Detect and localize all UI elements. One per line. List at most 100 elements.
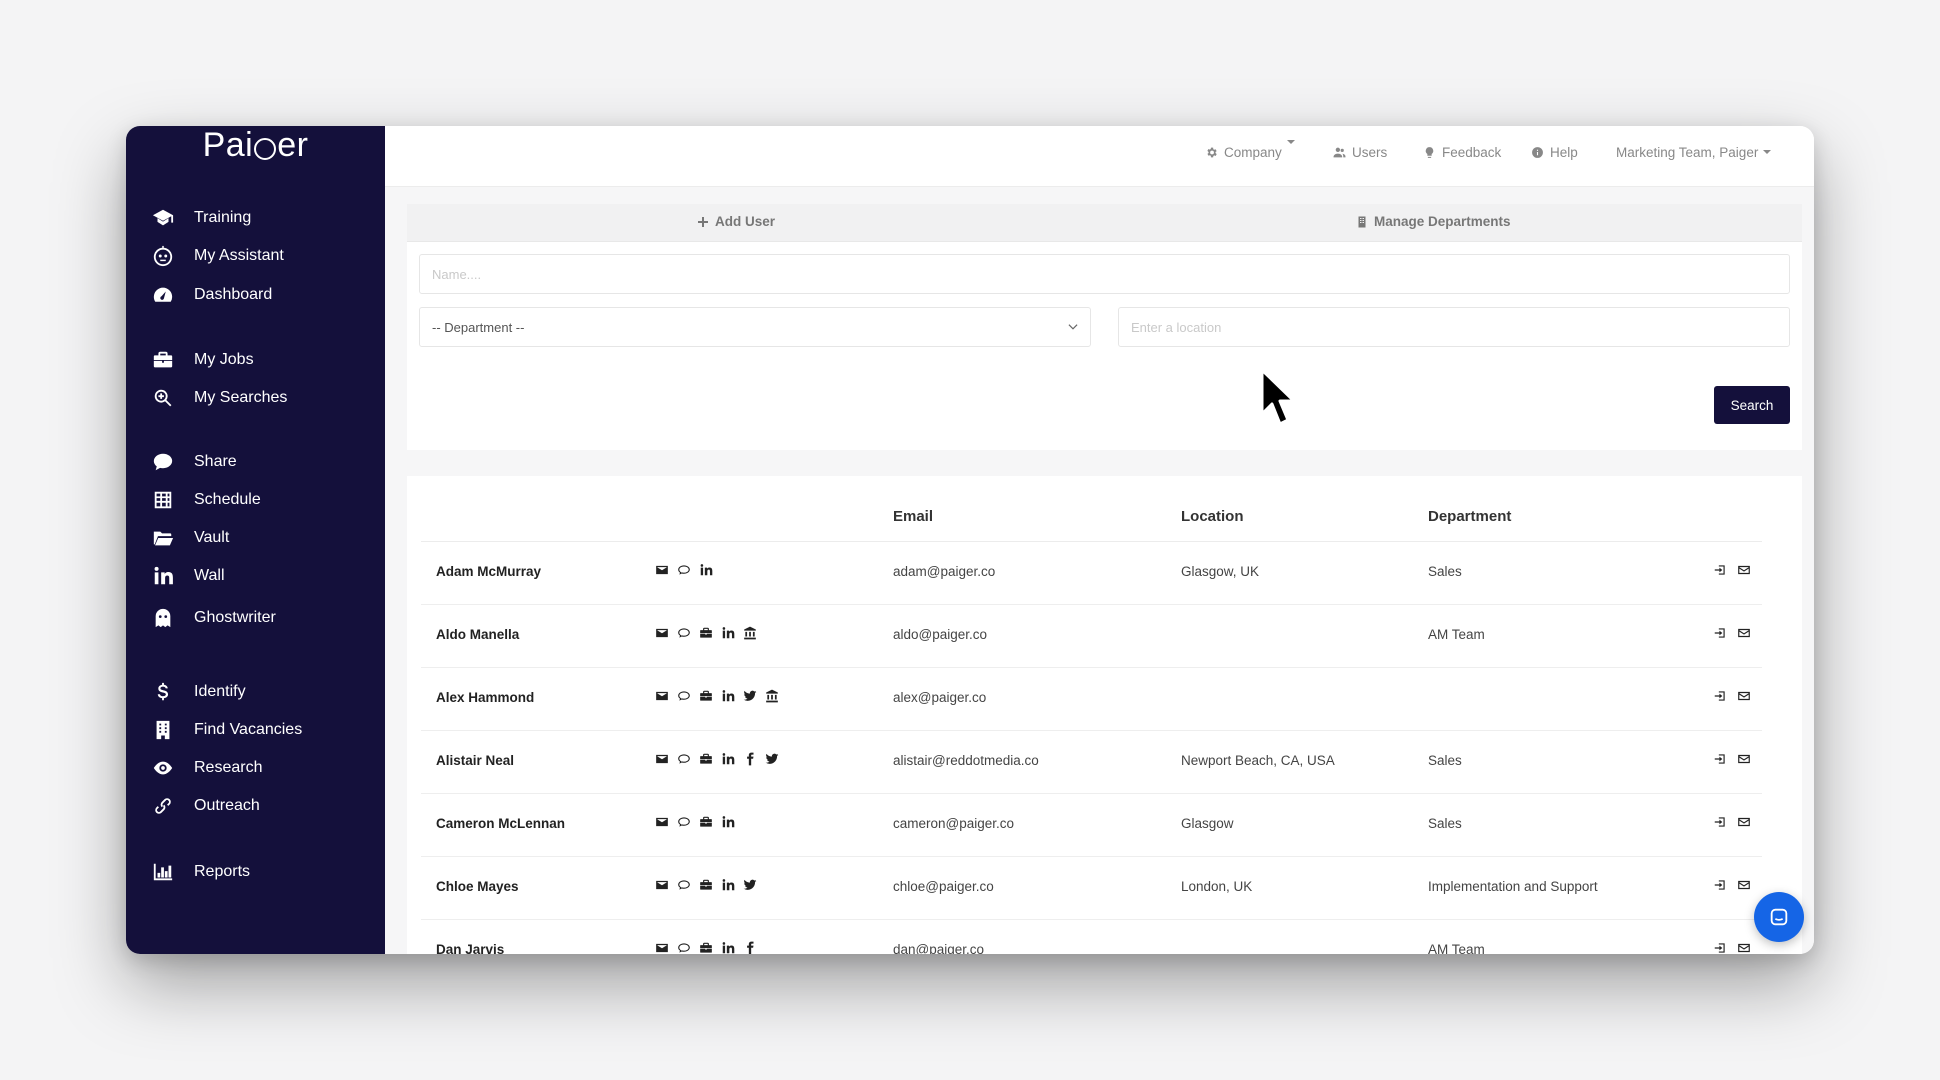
sidebar-item-my-assistant[interactable]: My Assistant <box>150 242 370 270</box>
linkedin-icon[interactable] <box>720 625 736 641</box>
envelope-icon[interactable] <box>654 751 670 767</box>
table-row[interactable]: Alistair Neal alistair@reddotmedia.co Ne… <box>421 731 1762 794</box>
name-search-input[interactable] <box>419 254 1790 294</box>
send-email-icon[interactable] <box>1736 877 1752 893</box>
briefcase-icon[interactable] <box>698 814 714 830</box>
sidebar-item-wall[interactable]: Wall <box>150 562 370 590</box>
user-name[interactable]: Dan Jarvis <box>436 942 504 954</box>
briefcase-icon[interactable] <box>698 940 714 954</box>
envelope-icon[interactable] <box>654 688 670 704</box>
manage-departments-label: Manage Departments <box>1374 214 1511 229</box>
manage-departments-button[interactable]: Manage Departments <box>1356 214 1511 229</box>
sidebar-item-research[interactable]: Research <box>150 754 370 782</box>
user-name[interactable]: Cameron McLennan <box>436 816 565 831</box>
linkedin-icon[interactable] <box>720 751 736 767</box>
envelope-icon[interactable] <box>654 940 670 954</box>
sidebar-item-label: Research <box>194 759 263 776</box>
sidebar-item-label: Wall <box>194 567 225 584</box>
sidebar-item-reports[interactable]: Reports <box>150 858 370 886</box>
sidebar-item-training[interactable]: Training <box>150 204 370 232</box>
feedback-link[interactable]: Feedback <box>1423 142 1501 162</box>
linkedin-icon[interactable] <box>720 688 736 704</box>
sidebar-item-schedule[interactable]: Schedule <box>150 486 370 514</box>
table-row[interactable]: Adam McMurray adam@paiger.co Glasgow, UK… <box>421 542 1762 605</box>
envelope-icon[interactable] <box>654 562 670 578</box>
column-header-location[interactable]: Location <box>1181 508 1244 525</box>
send-email-icon[interactable] <box>1736 625 1752 641</box>
bank-icon[interactable] <box>742 625 758 641</box>
sidebar-item-my-searches[interactable]: My Searches <box>150 384 370 412</box>
user-name[interactable]: Alex Hammond <box>436 690 534 705</box>
briefcase-icon[interactable] <box>698 877 714 893</box>
send-email-icon[interactable] <box>1736 751 1752 767</box>
chat-icon[interactable] <box>676 814 692 830</box>
add-user-button[interactable]: Add User <box>697 214 775 229</box>
login-as-icon[interactable] <box>1712 877 1728 893</box>
envelope-icon[interactable] <box>654 814 670 830</box>
login-as-icon[interactable] <box>1712 562 1728 578</box>
user-name[interactable]: Chloe Mayes <box>436 879 519 894</box>
column-header-department[interactable]: Department <box>1428 508 1511 525</box>
linkedin-icon[interactable] <box>720 877 736 893</box>
table-row[interactable]: Dan Jarvis dan@paiger.co AM Team <box>421 920 1762 954</box>
user-name[interactable]: Alistair Neal <box>436 753 514 768</box>
linkedin-icon[interactable] <box>720 814 736 830</box>
user-name[interactable]: Adam McMurray <box>436 564 541 579</box>
chat-icon[interactable] <box>676 625 692 641</box>
paiger-logo[interactable]: Pai er <box>126 126 385 166</box>
account-menu[interactable]: Marketing Team, Paiger <box>1616 142 1772 162</box>
send-email-icon[interactable] <box>1736 688 1752 704</box>
login-as-icon[interactable] <box>1712 751 1728 767</box>
twitter-icon[interactable] <box>742 877 758 893</box>
location-input[interactable] <box>1118 307 1790 347</box>
sidebar-item-vault[interactable]: Vault <box>150 524 370 552</box>
user-department: AM Team <box>1428 627 1485 642</box>
chat-icon[interactable] <box>676 688 692 704</box>
send-email-icon[interactable] <box>1736 814 1752 830</box>
envelope-icon[interactable] <box>654 625 670 641</box>
lightbulb-icon <box>1425 146 1434 158</box>
sidebar-item-identify[interactable]: Identify <box>150 678 370 706</box>
login-as-icon[interactable] <box>1712 814 1728 830</box>
search-button[interactable]: Search <box>1714 386 1790 424</box>
sidebar-item-my-jobs[interactable]: My Jobs <box>150 346 370 374</box>
users-link[interactable]: Users <box>1333 142 1387 162</box>
chat-icon[interactable] <box>676 751 692 767</box>
twitter-icon[interactable] <box>764 751 780 767</box>
column-header-email[interactable]: Email <box>893 508 933 525</box>
twitter-icon[interactable] <box>742 688 758 704</box>
table-row[interactable]: Chloe Mayes chloe@paiger.co London, UK I… <box>421 857 1762 920</box>
login-as-icon[interactable] <box>1712 688 1728 704</box>
search-filters: -- Department -- Search <box>407 242 1802 450</box>
envelope-icon[interactable] <box>654 877 670 893</box>
send-email-icon[interactable] <box>1736 940 1752 954</box>
company-menu[interactable]: Company <box>1205 140 1295 162</box>
table-row[interactable]: Cameron McLennan cameron@paiger.co Glasg… <box>421 794 1762 857</box>
table-row[interactable]: Aldo Manella aldo@paiger.co AM Team <box>421 605 1762 668</box>
user-name[interactable]: Aldo Manella <box>436 627 519 642</box>
facebook-icon[interactable] <box>742 940 758 954</box>
sidebar-item-share[interactable]: Share <box>150 448 370 476</box>
login-as-icon[interactable] <box>1712 940 1728 954</box>
sidebar-item-ghostwriter[interactable]: Ghostwriter <box>150 604 370 632</box>
caret-down-icon <box>1286 140 1295 144</box>
sidebar-item-find-vacancies[interactable]: Find Vacancies <box>150 716 370 744</box>
sidebar-item-outreach[interactable]: Outreach <box>150 792 370 820</box>
sidebar-item-dashboard[interactable]: Dashboard <box>150 281 370 309</box>
linkedin-icon[interactable] <box>720 940 736 954</box>
table-row[interactable]: Alex Hammond alex@paiger.co <box>421 668 1762 731</box>
chat-icon[interactable] <box>676 940 692 954</box>
facebook-icon[interactable] <box>742 751 758 767</box>
briefcase-icon[interactable] <box>698 625 714 641</box>
help-link[interactable]: Help <box>1531 142 1578 162</box>
chat-icon[interactable] <box>676 562 692 578</box>
linkedin-icon[interactable] <box>698 562 714 578</box>
briefcase-icon[interactable] <box>698 688 714 704</box>
bank-icon[interactable] <box>764 688 780 704</box>
live-chat-button[interactable] <box>1754 892 1804 942</box>
department-select[interactable]: -- Department -- <box>419 307 1091 347</box>
login-as-icon[interactable] <box>1712 625 1728 641</box>
send-email-icon[interactable] <box>1736 562 1752 578</box>
briefcase-icon[interactable] <box>698 751 714 767</box>
chat-icon[interactable] <box>676 877 692 893</box>
